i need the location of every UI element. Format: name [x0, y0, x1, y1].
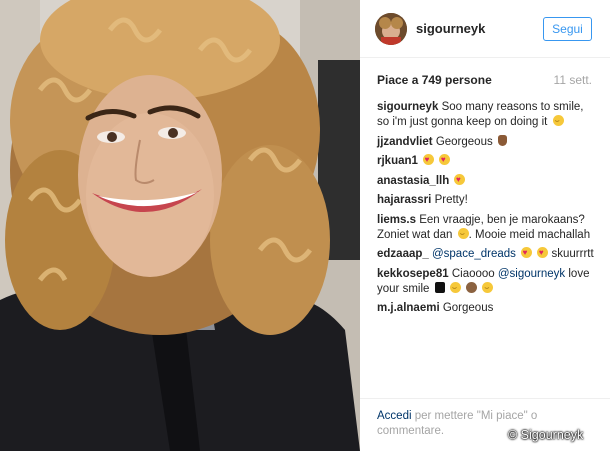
monkey-emoji-icon: [466, 281, 478, 293]
likes-row: Piace a 749 persone 11 sett.: [377, 73, 592, 89]
heart-eyes-emoji-icon: [439, 152, 451, 167]
comment-text: Ciaoooo: [451, 267, 495, 280]
comment: rjkuan1: [377, 152, 595, 169]
login-link[interactable]: Accedi: [377, 410, 412, 422]
post-panel: sigourneyk Segui Piace a 749 persone 11 …: [360, 0, 610, 451]
smile-emoji-icon: [457, 226, 469, 241]
username[interactable]: sigourneyk: [416, 21, 485, 36]
comment-author[interactable]: edzaaap_: [377, 248, 429, 260]
follow-button[interactable]: Segui: [543, 17, 592, 41]
comment-author[interactable]: jjzandvliet: [377, 136, 433, 148]
smile-emoji-icon: [552, 113, 564, 128]
top-arrow-emoji-icon: [434, 281, 445, 293]
comment: kekkosepe81 Ciaoooo @sigourneyk love you…: [377, 267, 595, 297]
comment-author[interactable]: liems.s: [377, 214, 416, 226]
comment-text: skuurrrtt: [551, 248, 594, 260]
post-time[interactable]: 11 sett.: [554, 73, 592, 87]
comment-author[interactable]: rjkuan1: [377, 155, 418, 167]
comment-author[interactable]: hajarassri: [377, 194, 431, 206]
smile-emoji-icon: [482, 280, 494, 295]
comment: jjzandvliet Georgeous: [377, 134, 595, 150]
comment-text: . Mooie meid machallah: [468, 228, 591, 241]
comment-author[interactable]: sigourneyk: [377, 101, 438, 113]
comment: edzaaap_ @space_dreads skuurrrtt: [377, 245, 595, 262]
post-footer: Accedi per mettere "Mi piace" o commenta…: [360, 398, 610, 451]
comment-text: Georgeous: [435, 135, 493, 148]
smile-emoji-icon: [449, 280, 461, 295]
likes-count[interactable]: Piace a 749 persone: [377, 73, 492, 87]
heart-eyes-emoji-icon: [537, 245, 549, 260]
comment-author[interactable]: kekkosepe81: [377, 268, 449, 280]
comment-mention[interactable]: @sigourneyk: [498, 268, 565, 280]
comment: anastasia_llh: [377, 172, 595, 189]
heart-eyes-emoji-icon: [454, 172, 466, 187]
hand-emoji-icon: [497, 134, 507, 146]
comment-mention[interactable]: @space_dreads: [432, 248, 516, 260]
post-header: sigourneyk Segui: [360, 0, 610, 58]
heart-eyes-emoji-icon: [521, 245, 533, 260]
comment: m.j.alnaemi Gorgeous: [377, 301, 595, 316]
comment-text: Gorgeous: [442, 302, 494, 314]
comment-text: Pretty!: [434, 194, 468, 206]
comment-author[interactable]: m.j.alnaemi: [377, 302, 440, 314]
comment: liems.s Een vraagje, ben je marokaans? Z…: [377, 213, 595, 243]
comment-list: sigourneyk Soo many reasons to smile, so…: [377, 100, 595, 321]
comment: sigourneyk Soo many reasons to smile, so…: [377, 100, 595, 130]
comment: hajarassri Pretty!: [377, 193, 595, 208]
heart-eyes-emoji-icon: [423, 152, 435, 167]
avatar[interactable]: [375, 13, 407, 45]
watermark: © Sigourneyk: [508, 428, 584, 442]
post-photo: [0, 0, 360, 451]
comment-author[interactable]: anastasia_llh: [377, 175, 449, 187]
